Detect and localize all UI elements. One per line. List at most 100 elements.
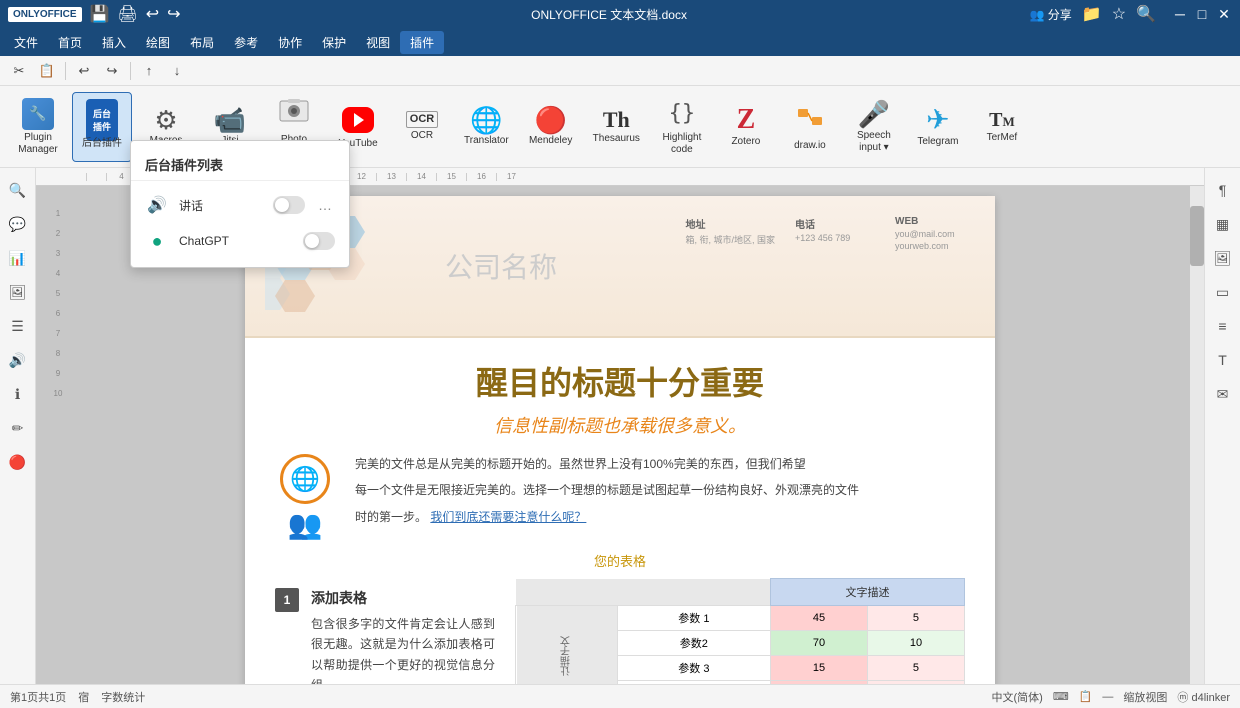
scroll-thumb[interactable] bbox=[1190, 206, 1204, 266]
row1-col1: 45 bbox=[770, 606, 867, 631]
title-bar: ONLYOFFICE 💾 🖨 ↩ ↪ ONLYOFFICE 文本文档.docx … bbox=[0, 0, 1240, 28]
row4-col2: 5- bbox=[867, 681, 964, 685]
undo-btn[interactable]: ↩ bbox=[146, 4, 159, 24]
brand-label: ⓜ d4linker bbox=[1177, 689, 1230, 705]
menu-draw[interactable]: 绘图 bbox=[136, 31, 180, 54]
redo-btn[interactable]: ↪ bbox=[167, 4, 180, 24]
table-header-empty bbox=[516, 579, 771, 606]
scrollbar[interactable] bbox=[1190, 186, 1204, 684]
zotero-item[interactable]: Z Zotero bbox=[716, 92, 776, 162]
sidebar-search[interactable]: 🔍 bbox=[4, 176, 32, 204]
plugin-manager-item[interactable]: 🔧 PluginManager bbox=[8, 92, 68, 162]
photo-editor-icon bbox=[278, 95, 310, 132]
back-plugin-label: 后台插件 bbox=[82, 138, 122, 150]
zoom-out[interactable]: — bbox=[1102, 691, 1113, 703]
fav-btn[interactable]: ☆ bbox=[1112, 4, 1126, 24]
macros-icon: ⚙ bbox=[154, 107, 177, 133]
search-btn[interactable]: 🔍 bbox=[1136, 4, 1156, 24]
link-text[interactable]: 我们到底还需要注意什么呢？ bbox=[430, 510, 586, 524]
right-mail[interactable]: ✉ bbox=[1209, 380, 1237, 408]
web-label: WEB bbox=[895, 216, 975, 227]
print-btn[interactable]: 🖨 bbox=[117, 4, 137, 24]
maximize-btn[interactable]: □ bbox=[1194, 6, 1210, 22]
sidebar-audio[interactable]: 🔊 bbox=[4, 346, 32, 374]
table-section-title: 您的表格 bbox=[275, 551, 965, 570]
menu-protect[interactable]: 保护 bbox=[312, 31, 356, 54]
menu-collab[interactable]: 协作 bbox=[268, 31, 312, 54]
sidebar-info[interactable]: ℹ bbox=[4, 380, 32, 408]
up-btn[interactable]: ↑ bbox=[136, 58, 162, 84]
menu-reference[interactable]: 参考 bbox=[224, 31, 268, 54]
thesaurus-item[interactable]: Th Thesaurus bbox=[585, 92, 648, 162]
phone-label: 电话 bbox=[795, 216, 875, 231]
chatgpt-toggle[interactable] bbox=[303, 232, 335, 250]
ocr-item[interactable]: OCR OCR bbox=[392, 92, 452, 162]
sidebar-table[interactable]: 📊 bbox=[4, 244, 32, 272]
row4-label: 参数 4 bbox=[617, 681, 770, 685]
sidebar-image[interactable]: 🖼 bbox=[4, 278, 32, 306]
drawio-item[interactable]: draw.io bbox=[780, 92, 840, 162]
copy-btn[interactable]: 📋 bbox=[34, 58, 60, 84]
telegram-icon: ✈ bbox=[926, 106, 949, 134]
ruler-16: 16 bbox=[466, 173, 496, 181]
right-image[interactable]: 🖼 bbox=[1209, 244, 1237, 272]
open-btn[interactable]: 📁 bbox=[1082, 4, 1102, 24]
ruler-15: 15 bbox=[436, 173, 466, 181]
drawio-label: draw.io bbox=[794, 140, 826, 152]
undo-toolbar-btn[interactable]: ↩ bbox=[71, 58, 97, 84]
menu-home[interactable]: 首页 bbox=[48, 31, 92, 54]
highlight-code-icon: {} bbox=[666, 98, 698, 130]
right-text[interactable]: T bbox=[1209, 346, 1237, 374]
lower-section: 1 添加表格 包含很多字的文件肯定会让人感到很无趣。这就是为什么添加表格可以帮助… bbox=[275, 578, 965, 684]
close-btn[interactable]: ✕ bbox=[1216, 6, 1232, 22]
cut-btn[interactable]: ✂ bbox=[6, 58, 32, 84]
mendeley-item[interactable]: 🔴 Mendeley bbox=[521, 92, 581, 162]
sidebar-chat[interactable]: 💬 bbox=[4, 210, 32, 238]
menu-bar: 文件 首页 插入 绘图 布局 参考 协作 保护 视图 插件 bbox=[0, 28, 1240, 56]
pm-icon: 🔧 bbox=[22, 98, 54, 130]
web-col: WEB you@mail.com yourweb.com bbox=[895, 216, 975, 316]
mendeley-icon: 🔴 bbox=[534, 107, 566, 133]
back-plugin-item[interactable]: 后台插件 后台插件 bbox=[72, 92, 132, 162]
left-sidebar: 🔍 💬 📊 🖼 ☰ 🔊 ℹ ✏ 🔴 bbox=[0, 168, 36, 684]
sidebar-edit[interactable]: ✏ bbox=[4, 414, 32, 442]
body-text-3: 时的第一步。 我们到底还需要注意什么呢？ bbox=[355, 507, 965, 527]
speech-toggle[interactable] bbox=[273, 196, 305, 214]
translator-item[interactable]: 🌐 Translator bbox=[456, 92, 517, 162]
right-para[interactable]: ¶ bbox=[1209, 176, 1237, 204]
speech-input-icon: 🎤 bbox=[858, 100, 890, 128]
right-shape[interactable]: ▭ bbox=[1209, 278, 1237, 306]
row1-label: 参数 1 bbox=[617, 606, 770, 631]
save-btn[interactable]: 💾 bbox=[90, 4, 110, 24]
menu-layout[interactable]: 布局 bbox=[180, 31, 224, 54]
menu-insert[interactable]: 插入 bbox=[92, 31, 136, 54]
chatgpt-icon: ● bbox=[145, 229, 169, 253]
menu-view[interactable]: 视图 bbox=[356, 31, 400, 54]
right-eq[interactable]: ≡ bbox=[1209, 312, 1237, 340]
menu-file[interactable]: 文件 bbox=[4, 31, 48, 54]
sidebar-mendeley2[interactable]: 🔴 bbox=[4, 448, 32, 476]
clipboard-icon: 📋 bbox=[1079, 690, 1093, 703]
down-btn[interactable]: ↓ bbox=[164, 58, 190, 84]
menu-plugins[interactable]: 插件 bbox=[400, 31, 444, 54]
redo-toolbar-btn[interactable]: ↪ bbox=[99, 58, 125, 84]
row3-label: 参数 3 bbox=[617, 656, 770, 681]
language-select[interactable]: 中文(简体) bbox=[992, 689, 1043, 705]
right-table[interactable]: ▦ bbox=[1209, 210, 1237, 238]
minimize-btn[interactable]: ─ bbox=[1172, 6, 1188, 22]
app-logo: ONLYOFFICE bbox=[8, 7, 82, 22]
speech-input-item[interactable]: 🎤 Speechinput ▾ bbox=[844, 92, 904, 162]
speech-more-btn[interactable]: … bbox=[315, 195, 335, 215]
share-btn[interactable]: 👥 分享 bbox=[1030, 6, 1072, 23]
termef-item[interactable]: TM TerMef bbox=[972, 92, 1032, 162]
sidebar-list[interactable]: ☰ bbox=[4, 312, 32, 340]
table-header-main: 文字描述 bbox=[770, 579, 964, 606]
jitsi-icon: 📹 bbox=[214, 107, 246, 133]
bp-icon: 后台插件 bbox=[86, 99, 118, 141]
word-count[interactable]: 字数统计 bbox=[101, 689, 145, 705]
thesaurus-label: Thesaurus bbox=[593, 133, 640, 145]
ruler-17: 17 bbox=[496, 173, 526, 181]
highlight-code-item[interactable]: {} Highlightcode bbox=[652, 92, 712, 162]
termef-icon: TM bbox=[989, 110, 1015, 130]
telegram-item[interactable]: ✈ Telegram bbox=[908, 92, 968, 162]
